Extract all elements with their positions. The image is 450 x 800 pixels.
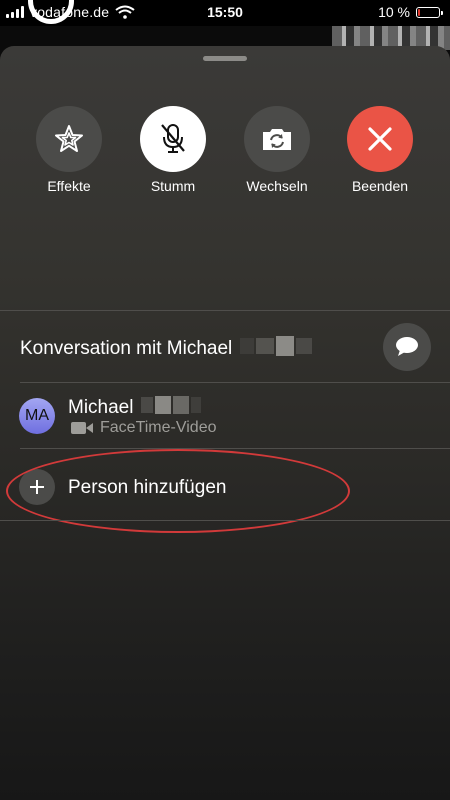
end-call-control[interactable]: Beenden — [330, 106, 430, 194]
participant-name-row: Michael — [68, 395, 203, 421]
star-effects-icon — [55, 125, 83, 152]
switch-camera-control[interactable]: Wechseln — [227, 106, 327, 194]
participant-name: Michael — [68, 397, 134, 419]
video-camera-icon — [71, 422, 93, 434]
battery-level-fill — [418, 8, 420, 16]
mute-control[interactable]: Stumm — [123, 106, 223, 194]
divider-top — [0, 310, 450, 311]
switch-camera-button[interactable] — [244, 106, 310, 172]
end-call-label: Beenden — [351, 178, 409, 194]
redacted-participant-surname — [139, 395, 203, 421]
effects-control[interactable]: Effekte — [19, 106, 119, 194]
chat-bubble-icon — [396, 337, 418, 356]
mute-label: Stumm — [150, 178, 196, 194]
battery-percent: 10 % — [378, 4, 410, 20]
end-call-button[interactable] — [347, 106, 413, 172]
panel-grabber[interactable] — [203, 56, 247, 61]
call-controls-panel: Effekte Stumm Wechseln Beenden Konversat… — [0, 46, 450, 800]
divider-bottom — [0, 520, 450, 521]
conversation-title-row: Konversation mit Michael — [20, 336, 316, 362]
divider-conversation — [20, 382, 450, 383]
participant-call-type: FaceTime-Video — [70, 419, 217, 437]
effects-label: Effekte — [47, 178, 91, 194]
battery-icon — [416, 6, 443, 18]
call-controls: Effekte Stumm Wechseln Beenden — [0, 106, 450, 246]
effects-button[interactable] — [36, 106, 102, 172]
camera-flip-icon — [263, 129, 291, 150]
divider-participant — [20, 448, 450, 449]
switch-camera-label: Wechseln — [246, 178, 308, 194]
avatar: MA — [19, 398, 55, 434]
status-right: 10 % — [378, 4, 443, 20]
close-x-icon — [368, 127, 392, 151]
call-type-label: FaceTime-Video — [100, 419, 217, 436]
message-button[interactable] — [383, 323, 431, 371]
redacted-surname — [238, 336, 316, 362]
conversation-title: Konversation mit Michael — [20, 338, 233, 360]
mic-off-icon — [161, 124, 185, 153]
mute-button[interactable] — [140, 106, 206, 172]
